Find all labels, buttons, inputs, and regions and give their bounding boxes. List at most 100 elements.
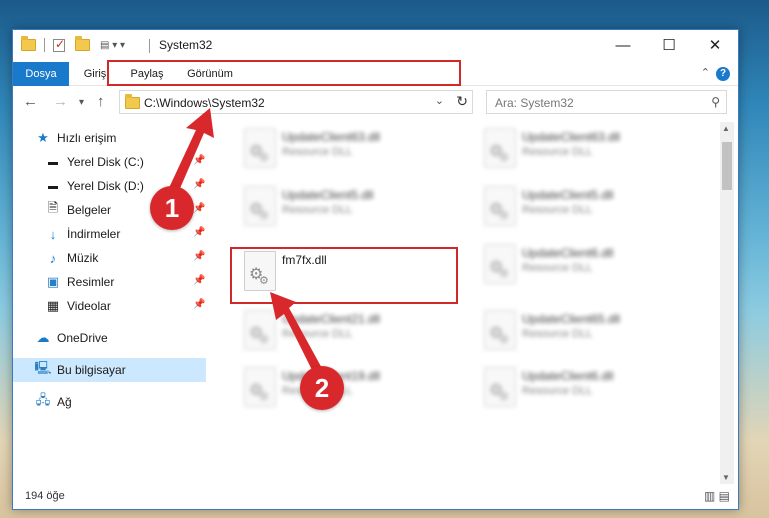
properties-icon[interactable] <box>53 37 65 52</box>
file-item[interactable]: ⚙ ⚙ UpdateClient21.dll Resource DLL <box>236 306 461 356</box>
cloud-icon: ☁ <box>36 330 50 345</box>
sidebar-item-quick-access[interactable]: ★ Hızlı erişim <box>13 126 206 150</box>
sidebar-item-music[interactable]: ♪ Müzik 📌 <box>13 246 206 270</box>
tab-file[interactable]: Dosya <box>13 62 69 86</box>
sidebar-item-label: OneDrive <box>57 331 108 345</box>
file-name: UpdateClient6.dll <box>522 369 614 383</box>
chevron-down-icon[interactable]: ⌄ <box>435 94 444 107</box>
music-icon: ♪ <box>49 250 57 266</box>
download-icon: ↓ <box>49 226 57 242</box>
up-arrow-icon[interactable]: ↑ <box>97 93 105 110</box>
file-item[interactable]: ⚙⚙ UpdateClient19.dll Resource DLL <box>236 363 461 413</box>
sidebar-item-pictures[interactable]: ▣ Resimler 📌 <box>13 270 206 294</box>
file-type: Resource DLL <box>282 204 353 216</box>
sidebar-item-label: Bu bilgisayar <box>57 363 126 377</box>
customize-dropdown-icon[interactable]: ▤ ▾ ▾ <box>100 40 125 51</box>
file-type: Resource DLL <box>522 385 593 397</box>
file-item[interactable]: ⚙ ⚙ UpdateClient65.dll Resource DLL <box>476 306 701 356</box>
sidebar-item-this-pc[interactable]: 🖳 Bu bilgisayar <box>13 358 206 382</box>
refresh-icon[interactable]: ↻ <box>456 93 468 110</box>
recent-dropdown-icon[interactable]: ▾ <box>79 97 84 108</box>
step-marker-1: 1 <box>150 186 194 230</box>
sidebar-item-label: Videolar <box>67 299 111 313</box>
sidebar-item-label: Yerel Disk (C:) <box>67 155 144 169</box>
file-type: Resource DLL <box>522 328 593 340</box>
search-icon[interactable]: ⚲ <box>711 95 720 109</box>
address-highlight-box <box>107 60 461 86</box>
sidebar-item-videos[interactable]: ▦ Videolar 📌 <box>13 294 206 318</box>
sidebar-item-label: Belgeler <box>67 203 112 217</box>
pin-icon: 📌 <box>193 251 206 262</box>
file-item[interactable]: ⚙ ⚙ UpdateClient63.dll Resource DLL <box>236 124 461 174</box>
sidebar-item-label: Hızlı erişim <box>57 131 117 145</box>
scroll-down-icon[interactable]: ▼ <box>722 473 730 482</box>
dll-file-icon: ⚙ ⚙ <box>484 128 516 168</box>
status-bar: 194 öğe ▥ ▤ <box>13 485 738 509</box>
folder-icon <box>125 94 140 109</box>
pin-icon: 📌 <box>193 179 206 190</box>
file-name: UpdateClient5.dll <box>282 188 374 202</box>
file-name: UpdateClient5.dll <box>522 188 614 202</box>
back-arrow-icon[interactable]: ← <box>23 93 38 110</box>
file-name: UpdateClient63.dll <box>282 130 381 144</box>
address-bar[interactable]: C:\Windows\System32 ⌄ ↻ <box>119 90 473 114</box>
scrollbar-thumb[interactable] <box>722 142 732 190</box>
address-path[interactable]: C:\Windows\System32 <box>144 96 265 110</box>
search-input[interactable]: Ara: System32 ⚲ <box>486 90 727 114</box>
dll-file-icon: ⚙ ⚙ <box>244 186 276 226</box>
file-highlight-box <box>230 247 458 304</box>
help-icon[interactable]: ? <box>716 67 730 81</box>
sidebar-item-label: Resimler <box>67 275 115 289</box>
pin-icon: 📌 <box>193 227 206 238</box>
sidebar-item-label: Müzik <box>67 251 99 265</box>
pin-icon: 📌 <box>193 203 206 214</box>
file-item[interactable]: ⚙ ⚙ UpdateClient6.dll Resource DLL <box>476 363 701 413</box>
file-type: Resource DLL <box>522 204 593 216</box>
file-item[interactable]: ⚙ ⚙ UpdateClient5.dll Resource DLL <box>476 182 701 232</box>
pin-icon: 📌 <box>193 299 206 310</box>
toolbar-divider <box>44 38 45 52</box>
file-item[interactable]: ⚙ ⚙ UpdateClient63.dll Resource DLL <box>476 124 701 174</box>
file-type: Resource DLL <box>282 328 353 340</box>
forward-arrow-icon[interactable]: → <box>53 93 68 110</box>
search-placeholder: Ara: System32 <box>495 96 574 110</box>
step-marker-2: 2 <box>300 366 344 410</box>
file-item[interactable]: ⚙ ⚙ UpdateClient6.dll Resource DLL <box>476 240 701 290</box>
sidebar-item-network[interactable]: 🖧 Ağ <box>13 390 206 414</box>
dll-file-icon: ⚙ ⚙ <box>244 310 276 350</box>
file-name: UpdateClient63.dll <box>522 130 621 144</box>
dll-file-icon: ⚙ ⚙ <box>484 244 516 284</box>
collapse-ribbon-icon[interactable]: ⌃ <box>701 66 710 79</box>
drive-icon: ▬ <box>48 180 58 192</box>
file-item[interactable]: ⚙ ⚙ UpdateClient5.dll Resource DLL <box>236 182 461 232</box>
scroll-up-icon[interactable]: ▲ <box>722 124 730 133</box>
computer-icon: 🖳 <box>34 360 52 375</box>
file-type: Resource DLL <box>522 262 593 274</box>
document-icon: 🗎 <box>47 200 59 215</box>
title-divider <box>149 39 150 53</box>
title-bar: ▤ ▾ ▾ System32 — ☐ ✕ <box>13 30 738 62</box>
new-folder-icon[interactable] <box>75 36 90 51</box>
quick-access-toolbar: ▤ ▾ ▾ <box>21 36 125 52</box>
view-toggle-icons[interactable]: ▥ ▤ <box>704 489 730 503</box>
video-icon: ▦ <box>46 298 60 313</box>
file-type: Resource DLL <box>522 146 593 158</box>
dll-file-icon: ⚙ ⚙ <box>244 367 276 407</box>
minimize-button[interactable]: — <box>600 30 646 60</box>
close-button[interactable]: ✕ <box>692 30 738 60</box>
sidebar-item-onedrive[interactable]: ☁ OneDrive <box>13 326 206 350</box>
vertical-scrollbar[interactable]: ▲ ▼ <box>720 122 734 484</box>
sidebar-item-label: Yerel Disk (D:) <box>67 179 144 193</box>
maximize-button[interactable]: ☐ <box>646 30 692 60</box>
file-name: UpdateClient21.dll <box>282 312 381 326</box>
sidebar-item-label: Ağ <box>57 395 72 409</box>
file-name: UpdateClient6.dll <box>522 246 614 260</box>
star-icon: ★ <box>37 130 49 145</box>
dll-file-icon: ⚙ ⚙ <box>484 310 516 350</box>
dll-file-icon: ⚙ ⚙ <box>484 186 516 226</box>
pin-icon: 📌 <box>193 155 206 166</box>
sidebar-item-disk-c[interactable]: ▬ Yerel Disk (C:) 📌 <box>13 150 206 174</box>
picture-icon: ▣ <box>46 274 60 289</box>
dll-file-icon: ⚙ ⚙ <box>484 367 516 407</box>
navigation-pane: ★ Hızlı erişim ▬ Yerel Disk (C:) 📌 ▬ Yer… <box>13 120 206 485</box>
